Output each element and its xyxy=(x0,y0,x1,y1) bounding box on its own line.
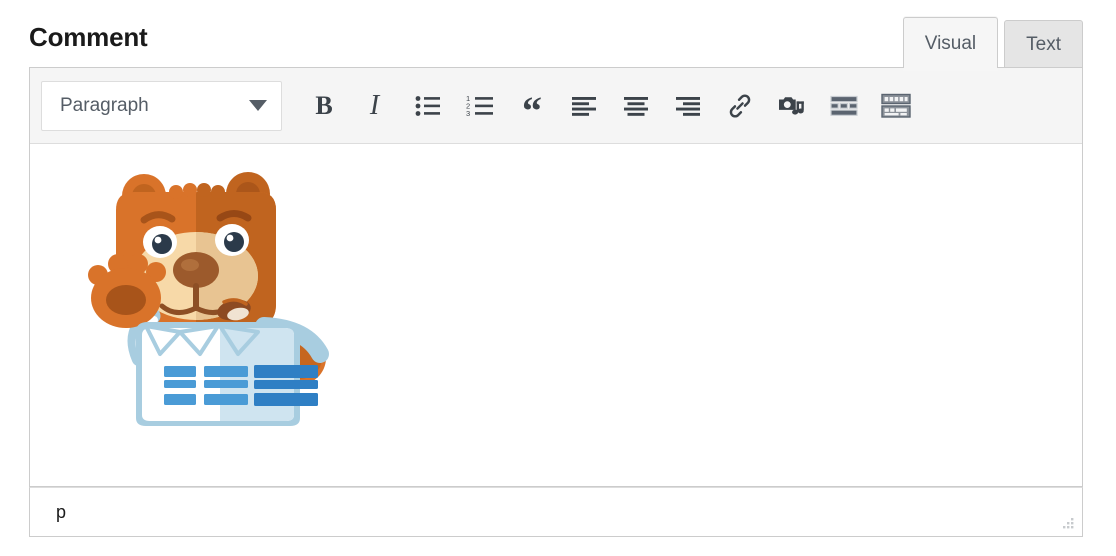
editor-content-area[interactable] xyxy=(30,144,1082,486)
editor-mode-tabs: Visual Text xyxy=(902,12,1083,71)
tab-text-label: Text xyxy=(1026,33,1061,55)
blockquote-icon: “ xyxy=(522,87,542,133)
insert-link-button[interactable] xyxy=(714,80,766,132)
read-more-icon xyxy=(830,95,858,116)
numbered-list-button[interactable]: 1 2 3 xyxy=(454,80,506,132)
bold-button[interactable]: B xyxy=(298,80,350,132)
toolbar-toggle-button[interactable] xyxy=(870,80,922,132)
italic-icon: I xyxy=(369,89,380,121)
insert-read-more-button[interactable] xyxy=(818,80,870,132)
format-select-value: Paragraph xyxy=(60,94,149,116)
editor-container: Paragraph B I 1 2 3 “ xyxy=(29,67,1083,487)
editor-header: Comment Visual Text xyxy=(29,12,1083,71)
tab-visual-label: Visual xyxy=(924,32,977,54)
tab-text[interactable]: Text xyxy=(1004,20,1083,69)
element-path: p xyxy=(56,501,67,522)
bear-mascot-image xyxy=(88,172,329,426)
bulleted-list-button[interactable] xyxy=(402,80,454,132)
bulleted-list-icon xyxy=(415,95,440,116)
svg-text:3: 3 xyxy=(466,109,470,117)
align-left-button[interactable] xyxy=(558,80,610,132)
blockquote-button[interactable]: “ xyxy=(506,80,558,132)
keyboard-toolbar-toggle-icon xyxy=(881,93,911,118)
align-center-icon xyxy=(624,96,648,116)
align-center-button[interactable] xyxy=(610,80,662,132)
format-select[interactable]: Paragraph xyxy=(41,80,282,131)
editor-toolbar: Paragraph B I 1 2 3 “ xyxy=(30,68,1082,144)
link-icon xyxy=(729,93,751,118)
tab-visual[interactable]: Visual xyxy=(902,17,999,71)
chevron-down-icon xyxy=(249,100,267,111)
align-right-button[interactable] xyxy=(662,80,714,132)
media-camera-music-icon xyxy=(779,96,804,115)
editor-status-bar: p xyxy=(29,487,1083,537)
resize-grip-icon[interactable] xyxy=(1059,514,1075,530)
align-right-icon xyxy=(676,96,700,116)
add-media-button[interactable] xyxy=(766,80,818,132)
page-title: Comment xyxy=(29,22,148,52)
numbered-list-icon: 1 2 3 xyxy=(466,95,493,117)
wordpress-comment-editor: Comment Visual Text Paragraph B I 1 2 3 … xyxy=(0,0,1116,556)
align-left-icon xyxy=(572,96,596,116)
bold-icon: B xyxy=(315,90,333,120)
italic-button[interactable]: I xyxy=(350,80,402,132)
